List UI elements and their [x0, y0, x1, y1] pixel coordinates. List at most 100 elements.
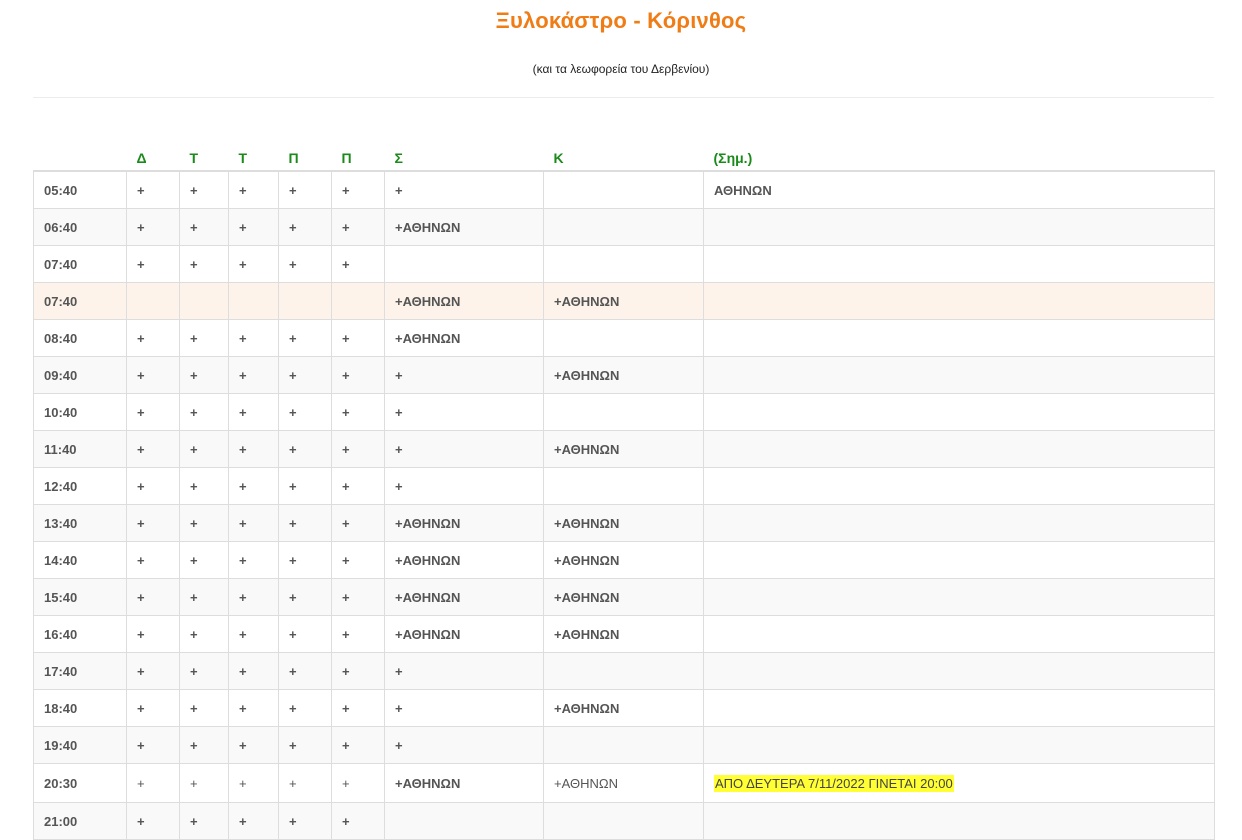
cell-note [703, 615, 1215, 653]
table-row: 16:40 + + + + + +ΑΘΗΝΩΝ +ΑΘΗΝΩΝ [33, 615, 1215, 653]
cell-monday: + [126, 689, 180, 727]
cell-monday [126, 282, 180, 320]
departure-time: 11:40 [33, 430, 127, 468]
cell-tuesday: + [179, 615, 229, 653]
cell-sunday [543, 245, 704, 283]
cell-wednesday: + [228, 430, 279, 468]
cell-note [703, 208, 1215, 246]
cell-thursday: + [278, 541, 332, 579]
cell-note [703, 245, 1215, 283]
cell-monday: + [126, 319, 180, 357]
cell-thursday [278, 282, 332, 320]
cell-tuesday: + [179, 393, 229, 431]
header-tuesday: Τ [179, 140, 229, 172]
cell-monday: + [126, 467, 180, 505]
table-row: 20:30 + + + + + +ΑΘΗΝΩΝ +ΑΘΗΝΩΝ ΑΠΟ ΔΕΥΤ… [33, 763, 1215, 803]
cell-wednesday: + [228, 393, 279, 431]
table-row: 19:40 + + + + + + [33, 726, 1215, 764]
cell-wednesday: + [228, 615, 279, 653]
cell-wednesday: + [228, 208, 279, 246]
cell-monday: + [126, 393, 180, 431]
cell-sunday [543, 208, 704, 246]
cell-friday: + [331, 578, 385, 616]
cell-note [703, 578, 1215, 616]
cell-saturday [384, 245, 544, 283]
cell-tuesday: + [179, 726, 229, 764]
cell-tuesday: + [179, 652, 229, 690]
cell-tuesday: + [179, 245, 229, 283]
cell-friday: + [331, 393, 385, 431]
cell-note [703, 504, 1215, 542]
cell-sunday [543, 726, 704, 764]
cell-monday: + [126, 356, 180, 394]
cell-friday: + [331, 170, 385, 209]
schedule-change-note: ΑΠΟ ΔΕΥΤΕΡΑ 7/11/2022 ΓΙΝΕΤΑΙ 20:00 [714, 774, 954, 792]
cell-friday: + [331, 652, 385, 690]
cell-tuesday: + [179, 541, 229, 579]
table-row: 15:40 + + + + + +ΑΘΗΝΩΝ +ΑΘΗΝΩΝ [33, 578, 1215, 616]
cell-friday: + [331, 726, 385, 764]
cell-note [703, 356, 1215, 394]
cell-tuesday [179, 282, 229, 320]
cell-monday: + [126, 726, 180, 764]
cell-wednesday: + [228, 504, 279, 542]
cell-sunday [543, 170, 704, 209]
cell-saturday: +ΑΘΗΝΩΝ [384, 282, 544, 320]
cell-tuesday: + [179, 319, 229, 357]
cell-note [703, 689, 1215, 727]
cell-thursday: + [278, 578, 332, 616]
cell-thursday: + [278, 245, 332, 283]
cell-note [703, 652, 1215, 690]
cell-saturday: + [384, 356, 544, 394]
cell-saturday: + [384, 170, 544, 209]
cell-friday: + [331, 504, 385, 542]
cell-wednesday: + [228, 170, 279, 209]
table-row: 07:40 +ΑΘΗΝΩΝ +ΑΘΗΝΩΝ [33, 282, 1215, 320]
cell-saturday: + [384, 430, 544, 468]
departure-time: 14:40 [33, 541, 127, 579]
cell-tuesday: + [179, 467, 229, 505]
cell-wednesday: + [228, 467, 279, 505]
cell-monday: + [126, 541, 180, 579]
header-wednesday: Τ [228, 140, 279, 172]
cell-wednesday: + [228, 689, 279, 727]
cell-monday: + [126, 170, 180, 209]
departure-time: 16:40 [33, 615, 127, 653]
cell-tuesday: + [179, 578, 229, 616]
cell-note [703, 541, 1215, 579]
cell-wednesday [228, 282, 279, 320]
cell-note [703, 467, 1215, 505]
table-row: 08:40 + + + + + +ΑΘΗΝΩΝ [33, 319, 1215, 357]
cell-thursday: + [278, 726, 332, 764]
cell-friday: + [331, 245, 385, 283]
cell-saturday: +ΑΘΗΝΩΝ [384, 504, 544, 542]
cell-tuesday: + [179, 170, 229, 209]
header-friday: Π [331, 140, 385, 172]
table-row: 18:40 + + + + + + +ΑΘΗΝΩΝ [33, 689, 1215, 727]
cell-note: ΑΘΗΝΩΝ [703, 170, 1215, 209]
cell-thursday: + [278, 393, 332, 431]
table-row: 10:40 + + + + + + [33, 393, 1215, 431]
departure-time: 10:40 [33, 393, 127, 431]
table-row: 11:40 + + + + + + +ΑΘΗΝΩΝ [33, 430, 1215, 468]
departure-time: 05:40 [33, 170, 127, 209]
cell-friday: + [331, 615, 385, 653]
departure-time: 09:40 [33, 356, 127, 394]
cell-tuesday: + [179, 763, 229, 803]
cell-monday: + [126, 208, 180, 246]
cell-note [703, 726, 1215, 764]
cell-friday [331, 282, 385, 320]
header-saturday: Σ [384, 140, 544, 172]
cell-saturday: + [384, 652, 544, 690]
cell-wednesday: + [228, 245, 279, 283]
cell-saturday: +ΑΘΗΝΩΝ [384, 763, 544, 803]
cell-thursday: + [278, 319, 332, 357]
cell-friday: + [331, 467, 385, 505]
cell-note [703, 430, 1215, 468]
cell-monday: + [126, 245, 180, 283]
cell-monday: + [126, 578, 180, 616]
cell-thursday: + [278, 170, 332, 209]
cell-thursday: + [278, 763, 332, 803]
cell-sunday: +ΑΘΗΝΩΝ [543, 763, 704, 803]
cell-wednesday: + [228, 578, 279, 616]
